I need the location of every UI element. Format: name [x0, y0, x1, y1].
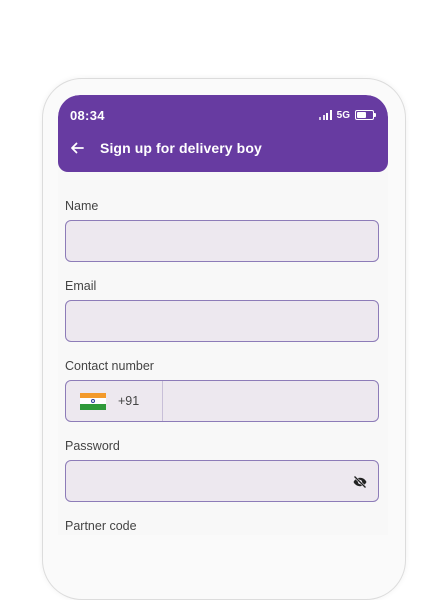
battery-icon	[355, 110, 376, 120]
email-label: Email	[65, 279, 97, 293]
country-code: +91	[118, 394, 140, 408]
status-time: 08:34	[70, 107, 105, 123]
app-bar: 08:34 5G Sign up for delivery boy	[58, 95, 388, 172]
contact-label: Contact number	[65, 359, 154, 373]
network-type: 5G	[336, 109, 350, 121]
india-flag-icon	[80, 392, 106, 410]
password-label: Password	[65, 439, 120, 453]
status-icons: 5G	[319, 109, 376, 121]
name-input[interactable]	[66, 221, 378, 261]
status-bar: 08:34 5G	[70, 107, 376, 123]
email-input[interactable]	[66, 301, 378, 341]
back-arrow-icon[interactable]	[68, 139, 86, 157]
password-field-group: Password	[65, 439, 381, 502]
app-screen: 08:34 5G Sign up for delivery boy Name E…	[58, 95, 388, 535]
password-input-box	[65, 460, 379, 502]
contact-field-group: Contact number +91	[65, 359, 381, 422]
contact-input[interactable]	[163, 381, 378, 421]
title-row: Sign up for delivery boy	[68, 139, 262, 157]
contact-input-box: +91	[65, 380, 379, 422]
partner-code-label: Partner code	[65, 519, 137, 533]
password-input[interactable]	[66, 461, 378, 501]
page-title: Sign up for delivery boy	[100, 140, 262, 156]
name-field-group: Name	[65, 199, 381, 262]
eye-off-icon[interactable]	[352, 474, 368, 490]
partner-field-group: Partner code	[65, 519, 381, 533]
name-label: Name	[65, 199, 99, 213]
email-field-group: Email	[65, 279, 381, 342]
name-input-box	[65, 220, 379, 262]
email-input-box	[65, 300, 379, 342]
country-code-selector[interactable]: +91	[66, 381, 163, 421]
signup-form: Name Email Contact number +91 Password P…	[65, 199, 381, 535]
signal-icon	[319, 110, 332, 120]
